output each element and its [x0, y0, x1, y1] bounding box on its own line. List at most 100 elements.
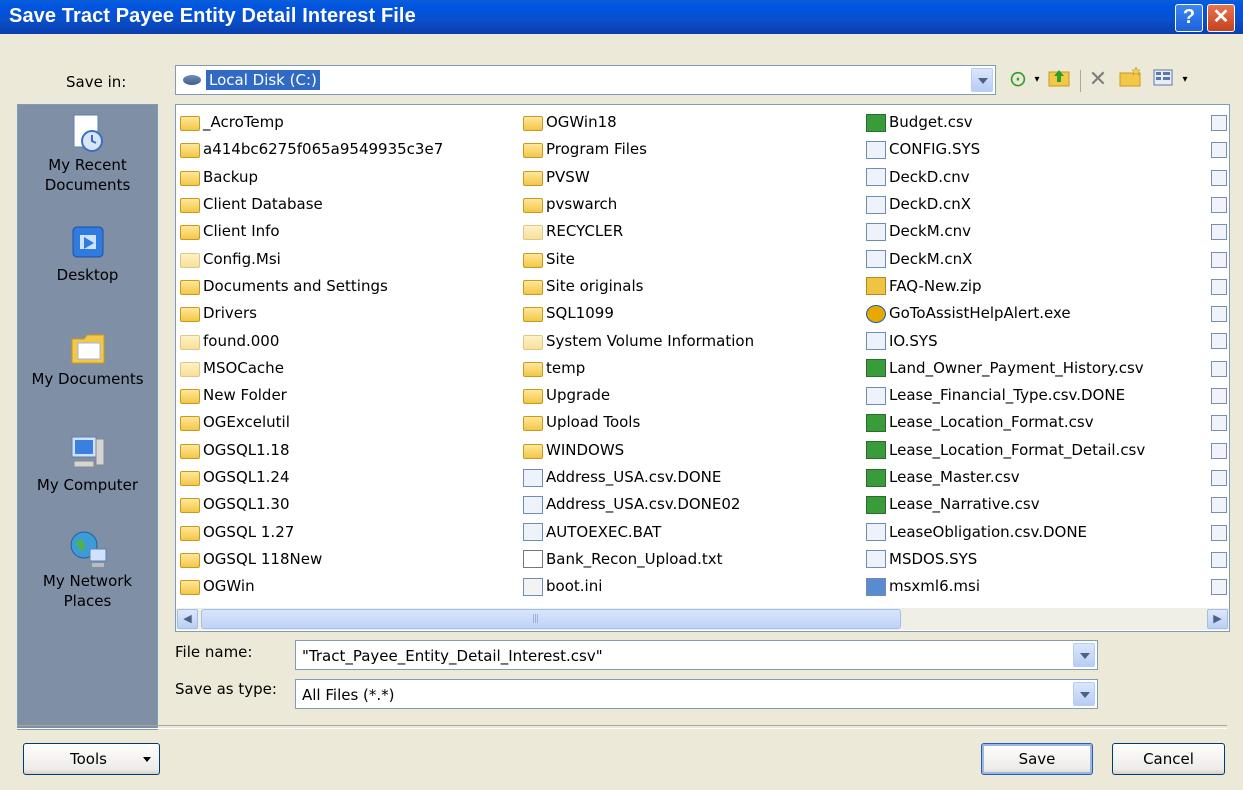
chevron-down-icon[interactable]: [1073, 682, 1095, 706]
file-item[interactable]: GoToAssistHelpAlert.exe: [866, 300, 1145, 327]
place-desktop[interactable]: Desktop: [18, 221, 157, 285]
views-dropdown-icon[interactable]: ▾: [1180, 66, 1190, 94]
file-icon[interactable]: [1211, 579, 1227, 596]
file-icon[interactable]: [1211, 306, 1227, 323]
help-button[interactable]: ?: [1175, 4, 1203, 32]
folder-item[interactable]: Program Files: [523, 136, 754, 163]
file-icon[interactable]: [1211, 524, 1227, 541]
file-icon[interactable]: [1211, 360, 1227, 377]
folder-item[interactable]: pvswarch: [523, 191, 754, 218]
file-icon[interactable]: [1211, 497, 1227, 514]
save-button[interactable]: Save: [981, 743, 1093, 775]
file-icon[interactable]: [1211, 251, 1227, 268]
file-item[interactable]: AUTOEXEC.BAT: [523, 518, 754, 545]
scroll-thumb[interactable]: [201, 609, 901, 629]
folder-item[interactable]: Backup: [180, 164, 443, 191]
folder-item[interactable]: Upload Tools: [523, 409, 754, 436]
file-item[interactable]: boot.ini: [523, 573, 754, 600]
file-icon[interactable]: [1211, 551, 1227, 568]
chevron-down-icon[interactable]: [1073, 643, 1095, 667]
scroll-right-icon[interactable]: ▶: [1207, 609, 1228, 629]
file-item[interactable]: Bank_Recon_Upload.txt: [523, 546, 754, 573]
file-icon[interactable]: [1211, 442, 1227, 459]
title-bar[interactable]: Save Tract Payee Entity Detail Interest …: [0, 0, 1243, 34]
folder-item[interactable]: OGSQL1.18: [180, 437, 443, 464]
folder-item[interactable]: OGSQL 1.27: [180, 518, 443, 545]
file-icon[interactable]: [1211, 142, 1227, 159]
folder-item[interactable]: OGExcelutil: [180, 409, 443, 436]
file-item[interactable]: Land_Owner_Payment_History.csv: [866, 355, 1145, 382]
place-network-places[interactable]: My Network Places: [18, 527, 157, 611]
file-icon[interactable]: [1211, 278, 1227, 295]
file-item[interactable]: FAQ-New.zip: [866, 273, 1145, 300]
place-recent-documents[interactable]: My Recent Documents: [18, 111, 157, 195]
folder-item[interactable]: PVSW: [523, 164, 754, 191]
close-button[interactable]: ✕: [1207, 4, 1235, 32]
file-item[interactable]: DeckD.cnv: [866, 164, 1145, 191]
file-item[interactable]: Lease_Location_Format.csv: [866, 409, 1145, 436]
folder-item[interactable]: Client Database: [180, 191, 443, 218]
file-item[interactable]: IO.SYS: [866, 327, 1145, 354]
folder-item[interactable]: Upgrade: [523, 382, 754, 409]
file-icon[interactable]: [1211, 169, 1227, 186]
folder-item[interactable]: OGSQL1.30: [180, 491, 443, 518]
folder-item[interactable]: Site originals: [523, 273, 754, 300]
scroll-left-icon[interactable]: ◀: [177, 609, 198, 629]
file-icon[interactable]: [1211, 196, 1227, 213]
file-icon[interactable]: [1211, 388, 1227, 404]
folder-item[interactable]: OGWin18: [523, 109, 754, 136]
folder-item[interactable]: OGWin: [180, 573, 443, 600]
file-item[interactable]: DeckM.cnv: [866, 218, 1145, 245]
folder-item[interactable]: RECYCLER: [523, 218, 754, 245]
delete-icon[interactable]: ✕: [1085, 66, 1111, 94]
folder-item[interactable]: Site: [523, 245, 754, 272]
file-item[interactable]: Lease_Financial_Type.csv.DONE: [866, 382, 1145, 409]
folder-item[interactable]: WINDOWS: [523, 437, 754, 464]
folder-item[interactable]: Drivers: [180, 300, 443, 327]
place-my-documents[interactable]: My Documents: [18, 325, 157, 389]
folder-item[interactable]: SQL1099: [523, 300, 754, 327]
new-folder-icon[interactable]: [1117, 66, 1143, 94]
folder-item[interactable]: MSOCache: [180, 355, 443, 382]
file-icon[interactable]: [1211, 115, 1227, 131]
file-item[interactable]: Lease_Narrative.csv: [866, 491, 1145, 518]
file-item[interactable]: LeaseObligation.csv.DONE: [866, 518, 1145, 545]
folder-item[interactable]: System Volume Information: [523, 327, 754, 354]
save-in-dropdown[interactable]: Local Disk (C:): [175, 65, 996, 95]
folder-item[interactable]: OGSQL1.24: [180, 464, 443, 491]
file-icon[interactable]: [1211, 415, 1227, 432]
tools-button[interactable]: Tools: [23, 743, 160, 775]
folder-item[interactable]: OGSQL 118New: [180, 546, 443, 573]
file-item[interactable]: Lease_Location_Format_Detail.csv: [866, 437, 1145, 464]
horizontal-scrollbar[interactable]: ◀ ▶: [176, 608, 1229, 630]
folder-item[interactable]: Documents and Settings: [180, 273, 443, 300]
chevron-down-icon[interactable]: [971, 68, 993, 92]
file-item[interactable]: DeckD.cnX: [866, 191, 1145, 218]
back-dropdown-icon[interactable]: ▾: [1032, 66, 1042, 94]
folder-item[interactable]: New Folder: [180, 382, 443, 409]
file-item[interactable]: Lease_Master.csv: [866, 464, 1145, 491]
up-folder-icon[interactable]: [1046, 66, 1072, 94]
file-icon[interactable]: [1211, 224, 1227, 241]
folder-item[interactable]: Config.Msi: [180, 245, 443, 272]
file-list[interactable]: _AcroTemp a414bc6275f065a9549935c3e7 Backu…: [175, 104, 1230, 632]
place-my-computer[interactable]: My Computer: [18, 431, 157, 495]
file-item[interactable]: Address_USA.csv.DONE02: [523, 491, 754, 518]
file-name-field[interactable]: "Tract_Payee_Entity_Detail_Interest.csv": [295, 640, 1098, 670]
save-as-type-dropdown[interactable]: All Files (*.*): [295, 679, 1098, 709]
file-item[interactable]: DeckM.cnX: [866, 245, 1145, 272]
views-menu-icon[interactable]: [1150, 66, 1176, 94]
cancel-button[interactable]: Cancel: [1112, 743, 1225, 775]
file-item[interactable]: MSDOS.SYS: [866, 546, 1145, 573]
file-item[interactable]: Address_USA.csv.DONE: [523, 464, 754, 491]
file-icon[interactable]: [1211, 469, 1227, 486]
file-icon[interactable]: [1211, 333, 1227, 350]
folder-item[interactable]: Client Info: [180, 218, 443, 245]
file-item[interactable]: msxml6.msi: [866, 573, 1145, 600]
back-icon[interactable]: ⊙: [1005, 66, 1031, 94]
file-item[interactable]: Budget.csv: [866, 109, 1145, 136]
file-item[interactable]: CONFIG.SYS: [866, 136, 1145, 163]
folder-item[interactable]: a414bc6275f065a9549935c3e7: [180, 136, 443, 163]
folder-item[interactable]: found.000: [180, 327, 443, 354]
folder-item[interactable]: temp: [523, 355, 754, 382]
